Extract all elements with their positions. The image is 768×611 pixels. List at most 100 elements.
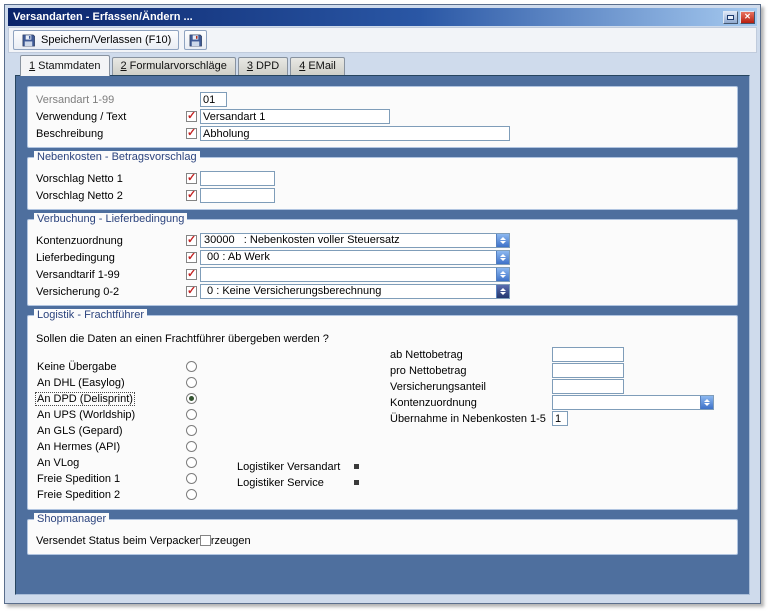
radio-dhl[interactable] [186,377,197,388]
versicherung-checkbox[interactable] [186,286,197,297]
verwendung-label: Verwendung / Text [36,111,186,123]
lieferbedingung-label: Lieferbedingung [36,252,186,264]
close-button[interactable]: ✕ [740,11,755,24]
field-row-vorschlag1: Vorschlag Netto 1 [36,171,729,186]
vorschlag1-input[interactable] [200,171,275,186]
titlebar[interactable]: Versandarten - Erfassen/Ändern ... ✕ [8,8,757,26]
vorschlag2-checkbox[interactable] [186,190,197,201]
toolbar: Speichern/Verlassen (F10) [8,27,757,53]
ab-nettobetrag-input[interactable] [552,347,624,362]
versicherungsanteil-label: Versicherungsanteil [390,381,552,393]
spinner-icon[interactable] [496,251,509,264]
field-row-versicherung: Versicherung 0-2 0 : Keine Versicherungs… [36,284,729,299]
field-row-ab-nettobetrag: ab Nettobetrag [390,347,714,362]
pro-nettobetrag-label: pro Nettobetrag [390,365,552,377]
radio-gls[interactable] [186,425,197,436]
vorschlag1-label: Vorschlag Netto 1 [36,173,186,185]
field-row-versicherungsanteil: Versicherungsanteil [390,379,714,394]
ab-nettobetrag-label: ab Nettobetrag [390,349,552,361]
tab-stammdaten[interactable]: 1Stammdaten [20,55,110,76]
uebernahme-label: Übernahme in Nebenkosten 1-5 [390,413,552,425]
versandart-label: Versandart 1-99 [36,94,186,106]
group-shopmanager: Shopmanager Versendet Status beim Verpac… [27,519,738,555]
versicherungsanteil-input[interactable] [552,379,624,394]
group-stammdaten: Versandart 1-99 Verwendung / Text Beschr… [27,86,738,148]
radio-ups[interactable] [186,409,197,420]
versandart-input[interactable] [200,92,227,107]
versandtarif-checkbox[interactable] [186,269,197,280]
field-row-vorschlag2: Vorschlag Netto 2 [36,188,729,203]
verwendung-checkbox[interactable] [186,111,197,122]
save-small-icon [188,33,203,48]
versandarten-window: Versandarten - Erfassen/Ändern ... ✕ Spe… [4,4,761,604]
kontenzuordnung-logistik-combo[interactable] [552,395,714,410]
window-title: Versandarten - Erfassen/Ändern ... [13,11,721,23]
spinner-icon[interactable] [700,396,713,409]
tab-dpd[interactable]: 3DPD [238,57,288,75]
save-exit-label: Speichern/Verlassen (F10) [41,34,171,46]
radio-dpd[interactable] [186,393,197,404]
versandtarif-label: Versandtarif 1-99 [36,269,186,281]
tab-formularvorschlaege[interactable]: 2Formularvorschläge [112,57,236,75]
minimize-icon [727,15,734,20]
radio-keine-uebergabe[interactable] [186,361,197,372]
versendet-status-label: Versendet Status beim Verpacken erzeugen [36,535,200,547]
radio-row-vlog: An VLog [36,455,729,470]
logistiker-block: Logistiker Versandart Logistiker Service [237,459,359,491]
spinner-icon[interactable] [496,268,509,281]
field-row-kontenzuordnung: Kontenzuordnung 30000 : Nebenkosten voll… [36,233,729,248]
verwendung-input[interactable] [200,109,390,124]
beschreibung-input[interactable] [200,126,510,141]
beschreibung-checkbox[interactable] [186,128,197,139]
lieferbedingung-checkbox[interactable] [186,252,197,263]
dropdown-arrow-icon[interactable] [496,285,509,298]
beschreibung-label: Beschreibung [36,128,186,140]
logistiker-versandart-row: Logistiker Versandart [237,459,359,474]
vorschlag2-label: Vorschlag Netto 2 [36,190,186,202]
pro-nettobetrag-input[interactable] [552,363,624,378]
vorschlag2-input[interactable] [200,188,275,203]
kontenzuordnung-logistik-label: Kontenzuordnung [390,397,552,409]
logistiker-versandart-indicator [354,464,359,469]
kontenzuordnung-combo[interactable]: 30000 : Nebenkosten voller Steuersatz [200,233,510,248]
logistiker-service-indicator [354,480,359,485]
versandtarif-combo[interactable] [200,267,510,282]
uebernahme-input[interactable] [552,411,568,426]
radio-row-spedition2: Freie Spedition 2 [36,487,729,502]
versendet-status-checkbox[interactable] [200,535,211,546]
radio-spedition1[interactable] [186,473,197,484]
nebenkosten-group-title: Nebenkosten - Betragsvorschlag [34,151,200,163]
field-row-verwendung: Verwendung / Text [36,109,729,124]
group-logistik: Logistik - Frachtführer Sollen die Daten… [27,315,738,510]
tab-content-stammdaten: Versandart 1-99 Verwendung / Text Beschr… [15,75,750,595]
save-icon [21,33,36,48]
close-icon: ✕ [744,13,751,21]
spinner-icon[interactable] [496,234,509,247]
field-row-versandtarif: Versandtarif 1-99 [36,267,729,282]
verbuchung-group-title: Verbuchung - Lieferbedingung [34,213,187,225]
radio-vlog[interactable] [186,457,197,468]
field-row-beschreibung: Beschreibung [36,126,729,141]
logistiker-service-label: Logistiker Service [237,477,354,489]
logistik-group-title: Logistik - Frachtführer [34,309,147,321]
save-exit-button[interactable]: Speichern/Verlassen (F10) [13,30,179,50]
versicherung-combo[interactable]: 0 : Keine Versicherungsberechnung [200,284,510,299]
field-row-kontenzuordnung-logistik: Kontenzuordnung [390,395,714,410]
tab-email[interactable]: 4EMail [290,57,345,75]
versicherung-label: Versicherung 0-2 [36,286,186,298]
radio-row-hermes: An Hermes (API) [36,439,729,454]
kontenzuordnung-checkbox[interactable] [186,235,197,246]
save-button[interactable] [184,30,207,50]
kontenzuordnung-label: Kontenzuordnung [36,235,186,247]
field-row-uebernahme: Übernahme in Nebenkosten 1-5 [390,411,714,426]
group-verbuchung: Verbuchung - Lieferbedingung Kontenzuord… [27,219,738,306]
frachtfuehrer-question: Sollen die Daten an einen Frachtführer ü… [36,333,729,345]
vorschlag1-checkbox[interactable] [186,173,197,184]
dialog-body: 1Stammdaten 2Formularvorschläge 3DPD 4EM… [15,53,750,595]
minimize-button[interactable] [723,11,738,24]
radio-spedition2[interactable] [186,489,197,500]
logistiker-service-row: Logistiker Service [237,475,359,490]
group-nebenkosten: Nebenkosten - Betragsvorschlag Vorschlag… [27,157,738,210]
radio-hermes[interactable] [186,441,197,452]
lieferbedingung-combo[interactable]: 00 : Ab Werk [200,250,510,265]
